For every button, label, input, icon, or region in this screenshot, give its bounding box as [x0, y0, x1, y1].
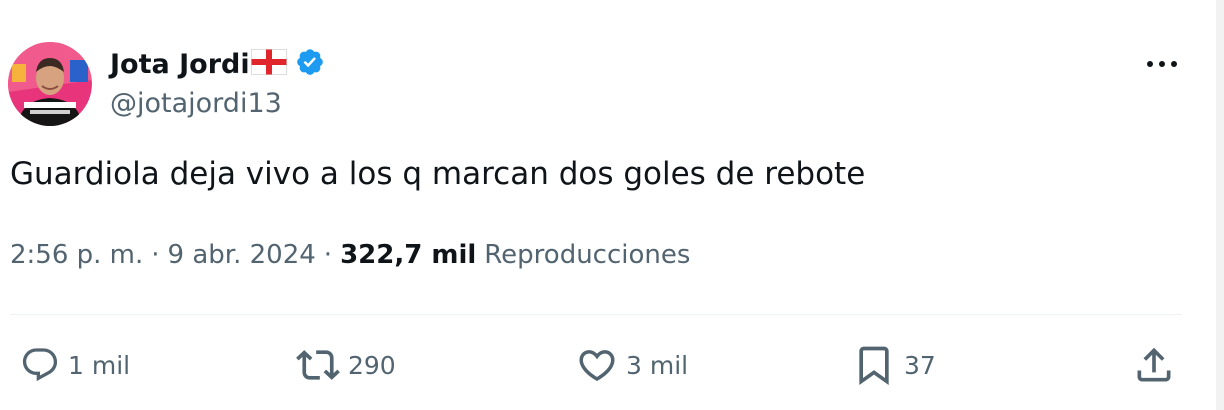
avatar[interactable] [8, 42, 92, 126]
author-name-row: Jota Jordi [110, 44, 325, 84]
retweet-icon [296, 343, 340, 387]
verified-badge-icon[interactable] [295, 47, 325, 81]
meta-separator: · [151, 240, 160, 270]
share-button[interactable] [1132, 340, 1176, 390]
england-flag-icon [250, 49, 287, 79]
retweet-button[interactable]: 290 [296, 340, 396, 390]
more-options-icon[interactable] [1142, 48, 1182, 80]
author-info: Jota Jordi @jotajordi13 [110, 44, 325, 119]
tweet-date-link[interactable]: 9 abr. 2024 [168, 240, 316, 270]
share-icon [1132, 343, 1176, 387]
tweet-time-link[interactable]: 2:56 p. m. [10, 240, 143, 270]
views-count[interactable]: 322,7 mil [340, 240, 476, 270]
divider [10, 314, 1182, 315]
reply-icon [20, 345, 60, 385]
retweet-count: 290 [348, 350, 396, 380]
author-handle[interactable]: @jotajordi13 [110, 88, 325, 119]
views-label: Reproducciones [484, 240, 691, 270]
like-count: 3 mil [626, 350, 689, 380]
action-bar: 1 mil 290 3 mil 37 [0, 340, 1224, 390]
bookmark-icon [852, 343, 896, 387]
bookmark-button[interactable]: 37 [852, 340, 936, 390]
author-display-name[interactable]: Jota Jordi [110, 49, 250, 80]
reply-button[interactable]: 1 mil [20, 340, 130, 390]
meta-separator: · [323, 240, 333, 270]
heart-icon [576, 344, 618, 386]
tweet-time: 2:56 p. m. [10, 240, 144, 270]
bookmark-count: 37 [904, 350, 936, 380]
tweet-text: Guardiola deja vivo a los q marcan dos g… [10, 156, 866, 192]
tweet-card: Jota Jordi @jotajordi13 Guardiola deja v… [0, 0, 1224, 410]
like-button[interactable]: 3 mil [576, 340, 688, 390]
reply-count: 1 mil [68, 350, 131, 380]
tweet-meta: 2:56 p. m. · 9 abr. 2024 · 322,7 mil Rep… [10, 240, 690, 270]
scrollbar-edge [1216, 0, 1224, 410]
tweet-date: 9 abr. 2024 [167, 240, 316, 270]
